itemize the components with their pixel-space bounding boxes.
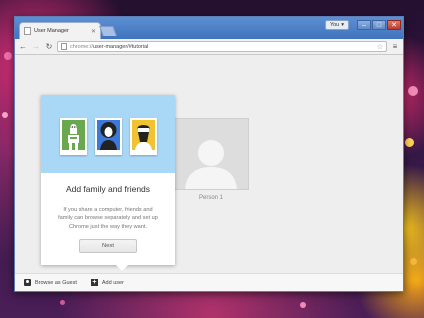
wallpaper-dot xyxy=(405,138,414,147)
woman-icon xyxy=(99,121,117,150)
url-scheme: chrome:// xyxy=(70,43,93,50)
default-user-icon xyxy=(185,140,237,189)
profile-badge[interactable]: You ▾ xyxy=(324,20,349,30)
person-pod[interactable]: Person 1 xyxy=(173,118,249,206)
bookmark-star-icon[interactable]: ☆ xyxy=(377,43,383,51)
page-icon xyxy=(61,43,67,50)
reload-button[interactable]: ↻ xyxy=(44,42,54,52)
url-text: chrome:// user-manager/#tutorial xyxy=(70,44,374,50)
profile-name: You xyxy=(329,22,340,28)
forward-button[interactable]: → xyxy=(31,42,41,52)
menu-icon[interactable]: ≡ xyxy=(390,42,400,51)
tutorial-card: Add family and friends If you share a co… xyxy=(41,95,175,271)
chevron-down-icon: ▾ xyxy=(341,22,344,28)
wallpaper-dot xyxy=(4,52,12,60)
browser-window: User Manager ✕ You ▾ – □ ✕ ← → ↻ chrome:… xyxy=(14,16,404,292)
add-user-label: Add user xyxy=(101,279,124,286)
wallpaper-dot xyxy=(300,302,306,308)
robot-icon xyxy=(67,123,79,150)
tutorial-title: Add family and friends xyxy=(65,184,151,194)
browser-toolbar: ← → ↻ chrome:// user-manager/#tutorial ☆… xyxy=(15,39,403,55)
tutorial-description: If you share a computer, friends and fam… xyxy=(58,207,158,230)
wallpaper-dot xyxy=(2,112,8,118)
tab-title: User Manager xyxy=(34,28,69,34)
user-manager-footer: Browse as Guest + Add user xyxy=(15,273,403,291)
wallpaper-dot xyxy=(408,86,418,96)
person-avatar xyxy=(173,118,249,190)
guest-icon xyxy=(24,279,31,286)
avatar-bearded-man xyxy=(129,117,157,155)
wallpaper-dot xyxy=(60,300,65,305)
person-name: Person 1 xyxy=(198,195,223,201)
page-favicon-icon xyxy=(24,27,31,35)
tab-user-manager[interactable]: User Manager ✕ xyxy=(19,22,101,39)
tab-close-icon[interactable]: ✕ xyxy=(91,28,96,35)
add-user-button[interactable]: + Add user xyxy=(90,279,124,286)
title-bar: User Manager ✕ You ▾ – □ ✕ xyxy=(15,17,403,39)
avatar-woman xyxy=(94,117,122,155)
close-window-button[interactable]: ✕ xyxy=(387,20,401,30)
avatar-robot xyxy=(59,117,87,155)
next-button[interactable]: Next xyxy=(79,239,137,254)
address-bar[interactable]: chrome:// user-manager/#tutorial ☆ xyxy=(57,41,387,52)
new-tab-button[interactable] xyxy=(99,26,117,36)
tutorial-pointer-arrow xyxy=(116,265,128,271)
back-button[interactable]: ← xyxy=(18,42,28,52)
tutorial-header xyxy=(41,95,175,173)
wallpaper-dot xyxy=(410,258,417,265)
browse-as-guest-label: Browse as Guest xyxy=(35,279,77,286)
user-manager-page: Person 1 Add family and friends If you s… xyxy=(15,55,403,291)
url-path: user-manager/#tutorial xyxy=(92,43,149,50)
bearded-man-icon xyxy=(134,124,152,150)
maximize-button[interactable]: □ xyxy=(372,20,386,30)
browse-as-guest-button[interactable]: Browse as Guest xyxy=(24,279,77,286)
minimize-button[interactable]: – xyxy=(357,20,371,30)
add-user-icon: + xyxy=(90,279,98,286)
